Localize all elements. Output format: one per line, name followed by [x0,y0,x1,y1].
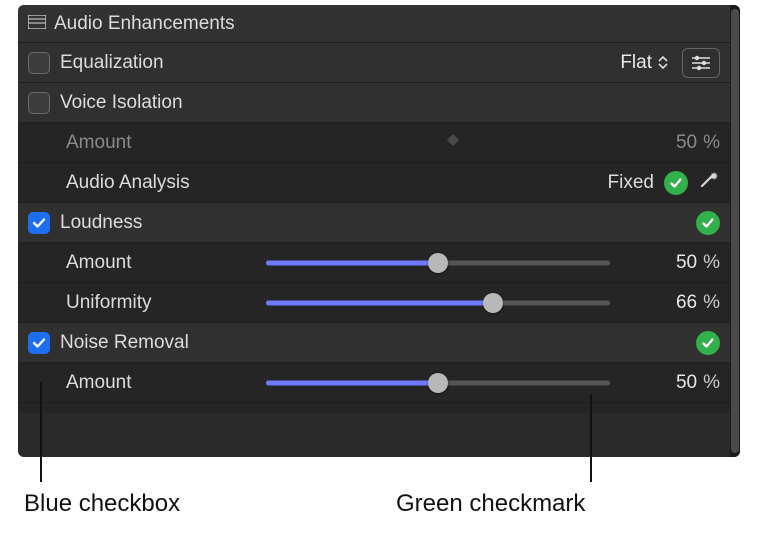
equalization-preset-select[interactable]: Flat [620,52,668,74]
callout-leader-blue [40,382,42,482]
equalization-row: Equalization Flat [18,43,740,83]
vi-amount-value[interactable]: 50 [676,132,697,154]
loudness-amount-label: Amount [66,252,266,274]
loudness-amount-value[interactable]: 50 [676,252,697,274]
panel-header: Audio Enhancements [18,5,740,43]
loudness-amount-unit: % [703,252,720,274]
noise-removal-row: Noise Removal [18,323,740,363]
up-down-arrows-icon [658,56,668,69]
voice-isolation-checkbox[interactable] [28,92,50,114]
audio-analysis-ok-icon [664,171,688,195]
vi-amount-label: Amount [66,132,266,154]
noise-removal-amount-row: Amount 50 % [18,363,740,403]
audio-analysis-status: Fixed [608,172,654,194]
magic-wand-button[interactable] [698,170,720,196]
equalizer-sliders-button[interactable] [682,48,720,78]
spacer [18,403,740,413]
sliders-icon [690,55,712,71]
nr-amount-unit: % [703,372,720,394]
loudness-row: Loudness [18,203,740,243]
noise-removal-label: Noise Removal [60,332,189,354]
audio-analysis-row: Audio Analysis Fixed [18,163,740,203]
nr-amount-slider[interactable] [266,373,610,393]
audio-enhancements-panel: Audio Enhancements Equalization Flat [18,5,740,457]
panel-icon [28,13,46,35]
audio-analysis-label: Audio Analysis [66,172,266,194]
loudness-label: Loudness [60,212,142,234]
loudness-checkbox[interactable] [28,212,50,234]
keyframe-icon[interactable] [445,132,461,154]
nr-amount-value[interactable]: 50 [676,372,697,394]
loudness-amount-row: Amount 50 % [18,243,740,283]
nr-amount-label: Amount [66,372,266,394]
loudness-uniformity-unit: % [703,292,720,314]
scrollbar[interactable] [730,5,740,457]
panel-title: Audio Enhancements [54,13,235,35]
vi-amount-unit: % [703,132,720,154]
callout-blue-checkbox: Blue checkbox [24,490,180,518]
equalization-label: Equalization [60,52,164,74]
noise-removal-ok-icon [696,331,720,355]
loudness-uniformity-value[interactable]: 66 [676,292,697,314]
loudness-uniformity-slider[interactable] [266,293,610,313]
voice-isolation-amount-row: Amount 50 % [18,123,740,163]
callout-leader-green [590,395,592,482]
loudness-uniformity-row: Uniformity 66 % [18,283,740,323]
equalization-preset-value: Flat [620,52,652,74]
loudness-uniformity-label: Uniformity [66,292,266,314]
equalization-checkbox[interactable] [28,52,50,74]
voice-isolation-label: Voice Isolation [60,92,183,114]
loudness-amount-slider[interactable] [266,253,610,273]
loudness-ok-icon [696,211,720,235]
callout-green-checkmark: Green checkmark [396,490,585,518]
scrollbar-thumb[interactable] [731,9,739,453]
voice-isolation-row: Voice Isolation [18,83,740,123]
noise-removal-checkbox[interactable] [28,332,50,354]
